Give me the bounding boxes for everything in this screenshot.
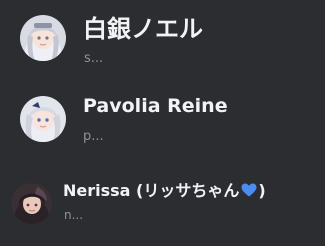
member-name: 白銀ノエル	[83, 15, 203, 43]
member-status: p...	[83, 129, 104, 144]
member-item-nerissa[interactable]: Nerissa (リッサちゃん) n...	[0, 172, 325, 232]
member-item-noel[interactable]: 白銀ノエル s...	[0, 8, 325, 68]
member-name-prefix: Nerissa (リッサちゃん	[63, 181, 240, 200]
member-name: Nerissa (リッサちゃん)	[63, 183, 266, 199]
avatar[interactable]	[20, 96, 66, 142]
blue-heart-icon	[241, 183, 257, 197]
member-name: Pavolia Reine	[83, 95, 228, 117]
member-status: s...	[84, 51, 104, 66]
avatar[interactable]	[11, 183, 52, 224]
member-status: n...	[64, 208, 84, 222]
member-list: 白銀ノエル s... Pavolia Reine p... Nerissa (リ…	[0, 0, 325, 246]
avatar[interactable]	[20, 15, 66, 61]
member-name-suffix: )	[258, 181, 266, 200]
member-item-reine[interactable]: Pavolia Reine p...	[0, 88, 325, 148]
